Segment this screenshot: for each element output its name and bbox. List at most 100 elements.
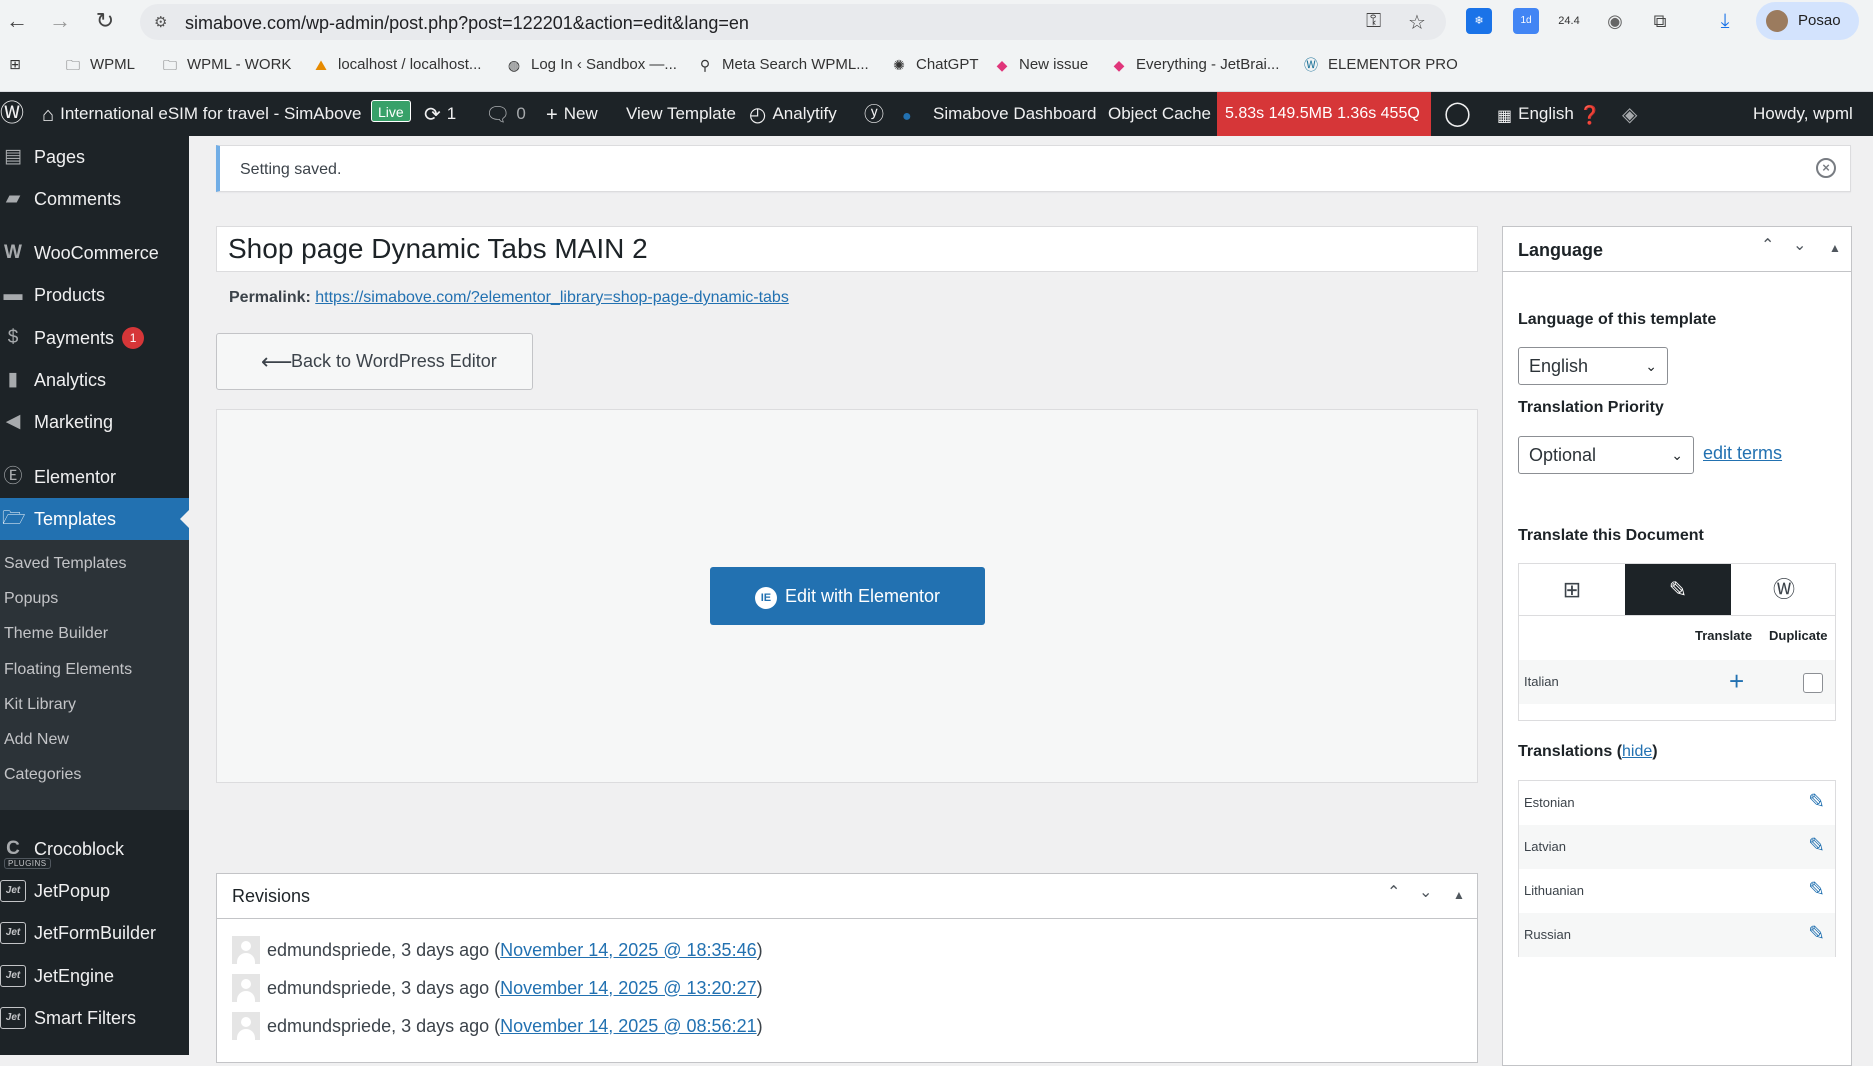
permalink-url[interactable]: https://simabove.com/?elementor_library=… — [315, 289, 789, 306]
menu-jetpopup[interactable]: Jet JetPopup — [0, 870, 189, 912]
updates-link[interactable]: ⟳ 1 — [424, 92, 456, 136]
howdy-account[interactable]: Howdy, wpml — [1753, 92, 1853, 136]
back-arrow-icon[interactable]: ← — [2, 6, 32, 36]
duplicate-checkbox[interactable] — [1803, 673, 1823, 693]
edit-pencil-icon[interactable]: ✎ — [1808, 833, 1825, 858]
reload-icon[interactable]: ↻ — [90, 6, 120, 36]
dismiss-icon[interactable]: × — [1816, 158, 1836, 178]
menu-marketing[interactable]: ◀ Marketing — [0, 401, 189, 443]
edit-pencil-icon[interactable]: ✎ — [1808, 921, 1825, 946]
star-icon[interactable]: ☆ — [1408, 10, 1426, 35]
home-icon: ⌂ — [42, 104, 55, 126]
view-template-link[interactable]: View Template — [626, 92, 736, 136]
tab-wordpress[interactable]: Ⓦ — [1731, 564, 1837, 615]
submenu-add-new[interactable]: Add New — [4, 731, 69, 749]
move-down-icon[interactable]: ⌄ — [1793, 235, 1806, 255]
extension-calendar-icon[interactable]: 1d — [1513, 8, 1539, 34]
edit-pencil-icon[interactable]: ✎ — [1808, 789, 1825, 814]
camera-icon[interactable]: ◉ — [1602, 8, 1628, 34]
site-name-link[interactable]: ⌂ International eSIM for travel - SimAbov… — [42, 92, 411, 136]
key-icon[interactable]: ⚿ — [1366, 10, 1381, 33]
download-icon[interactable]: ⤓ — [1712, 8, 1738, 34]
language-header: Language ⌃ ⌄ ▲ — [1503, 227, 1851, 272]
bookmark-everything[interactable]: ◆ Everything - JetBrai... — [1110, 56, 1280, 73]
submenu-saved-templates[interactable]: Saved Templates — [4, 555, 126, 573]
submenu-floating-elements[interactable]: Floating Elements — [4, 661, 132, 679]
tab-translate-editor[interactable]: ✎ — [1625, 564, 1731, 615]
bookmark-wpml-work[interactable]: 🗀 WPML - WORK — [161, 56, 291, 73]
bookmark-wpml[interactable]: 🗀 WPML — [64, 56, 135, 73]
back-to-wordpress-editor-button[interactable]: ⟵ Back to WordPress Editor — [216, 333, 533, 390]
revision-link[interactable]: November 14, 2025 @ 08:56:21 — [500, 1016, 756, 1037]
menu-templates[interactable]: 🗁 Templates — [0, 498, 189, 540]
extension-snowflake-icon[interactable]: ❄ — [1466, 8, 1492, 34]
menu-pages[interactable]: ▤ Pages — [0, 136, 189, 178]
new-content-link[interactable]: + New — [546, 92, 598, 136]
admin-sidebar: ▤ Pages ▰ Comments W WooCommerce ▬ Products … — [0, 136, 189, 1055]
object-cache-link[interactable]: Object Cache — [1108, 92, 1211, 136]
address-url[interactable]: simabove.com/wp-admin/post.php?post=1222… — [185, 13, 749, 34]
bookmark-meta-search[interactable]: ⚲ Meta Search WPML... — [696, 56, 869, 73]
submenu-kit-library[interactable]: Kit Library — [4, 696, 76, 714]
search-icon[interactable]: ◯ — [1444, 92, 1477, 136]
menu-jetengine[interactable]: Jet JetEngine — [0, 955, 189, 997]
revision-link[interactable]: November 14, 2025 @ 13:20:27 — [500, 978, 756, 999]
edit-with-elementor-button[interactable]: IE Edit with Elementor — [710, 567, 985, 625]
menu-payments[interactable]: $ Payments 1 — [0, 317, 189, 359]
address-bar[interactable]: ⚙ simabove.com/wp-admin/post.php?post=12… — [140, 4, 1446, 40]
menu-comments[interactable]: ▰ Comments — [0, 178, 189, 220]
collapse-icon[interactable]: ▲ — [1453, 888, 1465, 902]
edit-terms-link[interactable]: edit terms — [1703, 443, 1782, 464]
revisions-header: Revisions ⌃ ⌄ ▲ — [217, 874, 1477, 919]
query-monitor-stats[interactable]: 5.83s 149.5MB 1.36s 455Q — [1217, 92, 1431, 136]
extension-counter-icon[interactable]: 24.4 — [1556, 8, 1582, 34]
help-icon: ❓ — [1578, 105, 1602, 125]
diamond-icon[interactable]: ◈ — [1622, 92, 1643, 136]
site-info-icon[interactable]: ⚙ — [154, 13, 172, 31]
menu-smart-filters[interactable]: Jet Smart Filters — [0, 997, 189, 1039]
revision-link[interactable]: November 14, 2025 @ 18:35:46 — [500, 940, 756, 961]
move-up-icon[interactable]: ⌃ — [1761, 235, 1774, 255]
col-duplicate: Duplicate — [1769, 628, 1828, 643]
jetbrains-icon: ◆ — [1113, 56, 1125, 73]
bookmark-elementor-pro[interactable]: Ⓦ ELEMENTOR PRO — [1302, 56, 1458, 73]
apps-grid-icon[interactable]: ⊞ — [6, 56, 24, 72]
menu-woocommerce[interactable]: W WooCommerce — [0, 232, 189, 274]
bookmark-sandbox[interactable]: ◍ Log In ‹ Sandbox —... — [505, 56, 677, 73]
analytify-link[interactable]: ◴ Analytify — [749, 92, 837, 136]
edit-pencil-icon[interactable]: ✎ — [1808, 877, 1825, 902]
menu-analytics[interactable]: ▮ Analytics — [0, 359, 189, 401]
hide-link[interactable]: hide — [1622, 743, 1652, 760]
comments-link[interactable]: 🗨 0 — [485, 92, 526, 136]
post-title-input[interactable]: Shop page Dynamic Tabs MAIN 2 — [216, 226, 1478, 272]
move-up-icon[interactable]: ⌃ — [1387, 882, 1400, 902]
puzzle-icon[interactable]: ⧉ — [1647, 8, 1673, 34]
language-switcher[interactable]: ▦ English ❓ — [1497, 92, 1607, 136]
forward-arrow-icon[interactable]: → — [45, 6, 75, 36]
profile-button[interactable]: Posao — [1756, 2, 1859, 40]
collapse-icon[interactable]: ▲ — [1829, 241, 1841, 255]
submenu-categories[interactable]: Categories — [4, 766, 81, 784]
move-down-icon[interactable]: ⌄ — [1419, 882, 1432, 902]
submenu-popups[interactable]: Popups — [4, 590, 58, 608]
menu-jetformbuilder[interactable]: Jet JetFormBuilder — [0, 912, 189, 954]
yoast-icon[interactable]: ⓨ — [864, 92, 890, 136]
menu-elementor[interactable]: Ⓔ Elementor — [0, 456, 189, 498]
submenu-theme-builder[interactable]: Theme Builder — [4, 625, 108, 643]
add-translation-plus-icon[interactable]: + — [1729, 666, 1744, 697]
chevron-down-icon: ⌄ — [1671, 447, 1683, 463]
jet-icon: Jet — [0, 880, 26, 902]
jet-icon: Jet — [0, 1007, 26, 1029]
bookmark-label: New issue — [1019, 56, 1089, 73]
bookmark-new-issue[interactable]: ◆ New issue — [993, 56, 1089, 73]
chevron-down-icon: ⌄ — [1645, 358, 1657, 374]
translation-priority-select[interactable]: Optional ⌄ — [1518, 436, 1694, 474]
language-select[interactable]: English ⌄ — [1518, 347, 1668, 385]
simabove-dashboard-link[interactable]: Simabove Dashboard — [933, 92, 1096, 136]
bookmark-localhost[interactable]: ⛰ localhost / localhost... — [312, 56, 481, 73]
language-of-template-label: Language of this template — [1518, 311, 1717, 328]
bookmark-chatgpt[interactable]: ✺ ChatGPT — [890, 56, 978, 73]
menu-products[interactable]: ▬ Products — [0, 274, 189, 316]
wordpress-logo-icon[interactable]: Ⓦ — [0, 92, 30, 136]
tab-grid[interactable]: ⊞ — [1519, 564, 1625, 615]
